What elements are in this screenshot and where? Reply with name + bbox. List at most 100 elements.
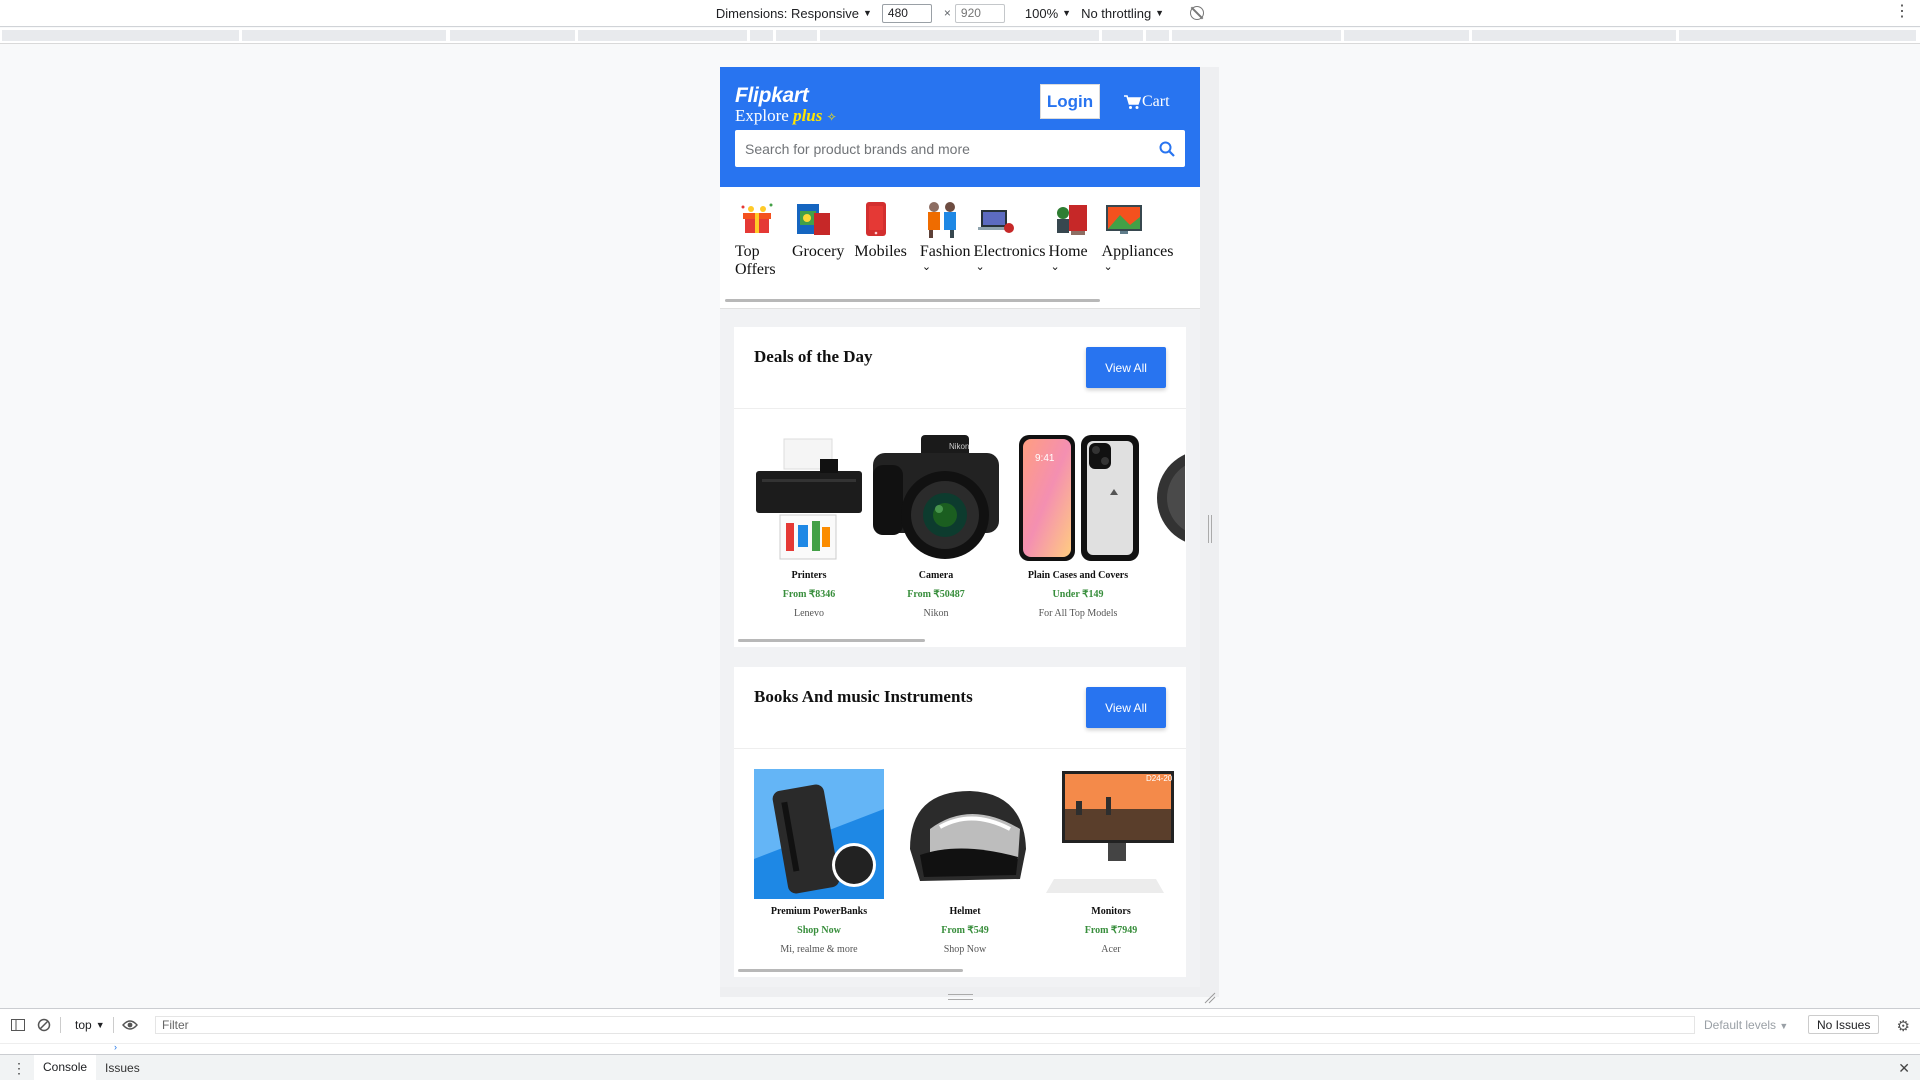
item-name: Printers bbox=[791, 570, 827, 581]
ruler-segment[interactable] bbox=[1172, 30, 1342, 41]
log-levels-dropdown[interactable]: Default levels ▼ bbox=[1704, 1018, 1788, 1032]
book-item-monitors[interactable]: D24-20 Monitors From ₹7949 Acer bbox=[1046, 769, 1176, 955]
resize-corner-icon[interactable] bbox=[1204, 992, 1216, 1004]
issues-badge[interactable]: No Issues bbox=[1808, 1015, 1880, 1034]
search-icon[interactable] bbox=[1159, 141, 1175, 157]
book-item-powerbanks[interactable]: Premium PowerBanks Shop Now Mi, realme &… bbox=[754, 769, 884, 955]
ruler-segment[interactable] bbox=[1146, 30, 1170, 41]
fashion-icon bbox=[927, 202, 956, 238]
deal-item-partial[interactable] bbox=[1155, 433, 1185, 619]
category-label: Electronics bbox=[973, 243, 1046, 260]
category-fashion[interactable]: Fashion ⌄ bbox=[920, 199, 971, 279]
category-appliances[interactable]: Appliances ⌄ bbox=[1102, 199, 1174, 279]
cart-button[interactable]: Cart bbox=[1124, 93, 1170, 111]
book-item-helmet[interactable]: Helmet From ₹549 Shop Now bbox=[900, 769, 1030, 955]
close-icon[interactable]: ✕ bbox=[1898, 1060, 1910, 1077]
more-options-icon[interactable]: ⋮ bbox=[1894, 4, 1910, 20]
category-label: Top bbox=[735, 243, 760, 260]
category-top-offers[interactable]: Top Offers bbox=[735, 199, 777, 279]
item-name: Monitors bbox=[1091, 906, 1131, 917]
search-input[interactable] bbox=[745, 140, 1159, 157]
rotate-icon[interactable] bbox=[1190, 6, 1205, 20]
phone-case-icon: 9:41 bbox=[1019, 435, 1139, 561]
camera-icon: Nikon bbox=[873, 435, 999, 559]
svg-text:Nikon: Nikon bbox=[949, 442, 969, 451]
deals-title: Deals of the Day bbox=[754, 347, 873, 366]
times-icon: × bbox=[943, 6, 951, 20]
books-view-all-button[interactable]: View All bbox=[1086, 687, 1166, 728]
eye-icon[interactable] bbox=[121, 1017, 138, 1033]
ruler-segment[interactable] bbox=[242, 30, 447, 41]
laptop-icon bbox=[977, 210, 1014, 233]
gear-icon[interactable]: ⚙ bbox=[1897, 1017, 1910, 1035]
ruler-segment[interactable] bbox=[750, 30, 774, 41]
item-subtitle: Nikon bbox=[923, 608, 949, 619]
powerbank-icon bbox=[754, 769, 884, 899]
levels-label: Default levels bbox=[1704, 1018, 1777, 1032]
tab-console[interactable]: Console bbox=[34, 1054, 97, 1080]
drawer-tabs: ⋮ Console Issues ✕ bbox=[0, 1054, 1920, 1080]
ruler-segment[interactable] bbox=[578, 30, 748, 41]
sidebar-toggle-icon[interactable] bbox=[10, 1017, 26, 1033]
ruler-segment[interactable] bbox=[776, 30, 818, 41]
explore-plus[interactable]: Explore plus ✧ bbox=[735, 106, 1183, 126]
tv-icon bbox=[1105, 205, 1142, 234]
category-label: Home bbox=[1048, 243, 1088, 260]
ruler-segment[interactable] bbox=[450, 30, 576, 41]
books-header: Books And music Instruments View All bbox=[734, 667, 1186, 749]
width-input[interactable] bbox=[881, 3, 932, 23]
console-prompt[interactable]: › bbox=[0, 1042, 1920, 1053]
dimensions-label: Dimensions: Responsive bbox=[715, 5, 859, 21]
caret-down-icon: ▼ bbox=[95, 1020, 105, 1030]
item-name: Camera bbox=[918, 570, 954, 581]
deals-view-all-button[interactable]: View All bbox=[1086, 347, 1166, 388]
viewport-height-handle[interactable] bbox=[948, 994, 973, 1000]
category-scrollbar[interactable] bbox=[725, 299, 1100, 302]
deal-item-printers[interactable]: Printers From ₹8346 Lenevo bbox=[754, 433, 864, 619]
caret-down-icon: ▼ bbox=[1062, 8, 1072, 18]
console-toolbar: top ▼ Default levels ▼ No Issues ⚙ bbox=[0, 1013, 1920, 1037]
ruler-segment[interactable] bbox=[1344, 30, 1470, 41]
item-price: From ₹8346 bbox=[782, 589, 836, 600]
ruler-segment[interactable] bbox=[1679, 30, 1917, 41]
category-grocery[interactable]: Grocery bbox=[792, 199, 844, 279]
prompt-chevron-icon: › bbox=[114, 1042, 117, 1052]
item-subtitle: Lenevo bbox=[794, 608, 824, 619]
mobile-viewport: Flipkart Explore plus ✧ Login Cart Searc… bbox=[720, 67, 1200, 987]
height-input[interactable] bbox=[954, 3, 1005, 23]
ruler-segment[interactable] bbox=[1472, 30, 1677, 41]
category-bar: Top Offers Grocery Mobiles Fashion ⌄ Ele… bbox=[720, 187, 1200, 309]
flipkart-logo[interactable]: Flipkart bbox=[735, 84, 1183, 108]
deal-item-camera[interactable]: Nikon Camera From ₹50487 Nikon bbox=[871, 433, 1001, 619]
ruler-segment[interactable] bbox=[820, 30, 1100, 41]
clear-console-icon[interactable] bbox=[36, 1017, 52, 1033]
books-title: Books And music Instruments bbox=[754, 687, 973, 706]
media-query-ruler[interactable] bbox=[0, 28, 1920, 44]
filter-input[interactable] bbox=[162, 1018, 1694, 1032]
viewport-width-handle[interactable] bbox=[1208, 515, 1212, 543]
books-scrollbar[interactable] bbox=[738, 969, 963, 972]
context-label: top bbox=[75, 1018, 92, 1032]
deal-item-cases[interactable]: 9:41 Plain Cases and Covers Under ₹149 F… bbox=[1013, 433, 1143, 619]
context-selector[interactable]: top ▼ bbox=[75, 1018, 105, 1032]
mobile-icon bbox=[866, 202, 887, 236]
tyre-icon bbox=[1157, 454, 1185, 542]
zoom-dropdown[interactable]: 100% ▼ bbox=[1025, 6, 1071, 21]
deals-scrollbar[interactable] bbox=[738, 639, 925, 642]
ruler-segment[interactable] bbox=[2, 30, 240, 41]
ruler-segment[interactable] bbox=[1102, 30, 1144, 41]
category-label: Offers bbox=[735, 261, 776, 278]
login-button[interactable]: Login bbox=[1040, 84, 1100, 119]
chevron-down-icon: ⌄ bbox=[1050, 261, 1060, 273]
dimensions-dropdown[interactable]: Dimensions: Responsive ▼ bbox=[716, 6, 872, 21]
drawer-menu-icon[interactable]: ⋮ bbox=[12, 1060, 26, 1077]
throttling-dropdown[interactable]: No throttling ▼ bbox=[1081, 6, 1164, 21]
zoom-label: 100% bbox=[1024, 5, 1059, 21]
tab-issues[interactable]: Issues bbox=[96, 1055, 149, 1080]
cart-label: Cart bbox=[1142, 93, 1170, 110]
category-mobiles[interactable]: Mobiles bbox=[854, 199, 907, 279]
category-electronics[interactable]: Electronics ⌄ bbox=[974, 199, 1046, 279]
category-home[interactable]: Home ⌄ bbox=[1049, 199, 1091, 279]
explore-label: Explore bbox=[735, 106, 789, 125]
helmet-icon bbox=[910, 791, 1026, 881]
